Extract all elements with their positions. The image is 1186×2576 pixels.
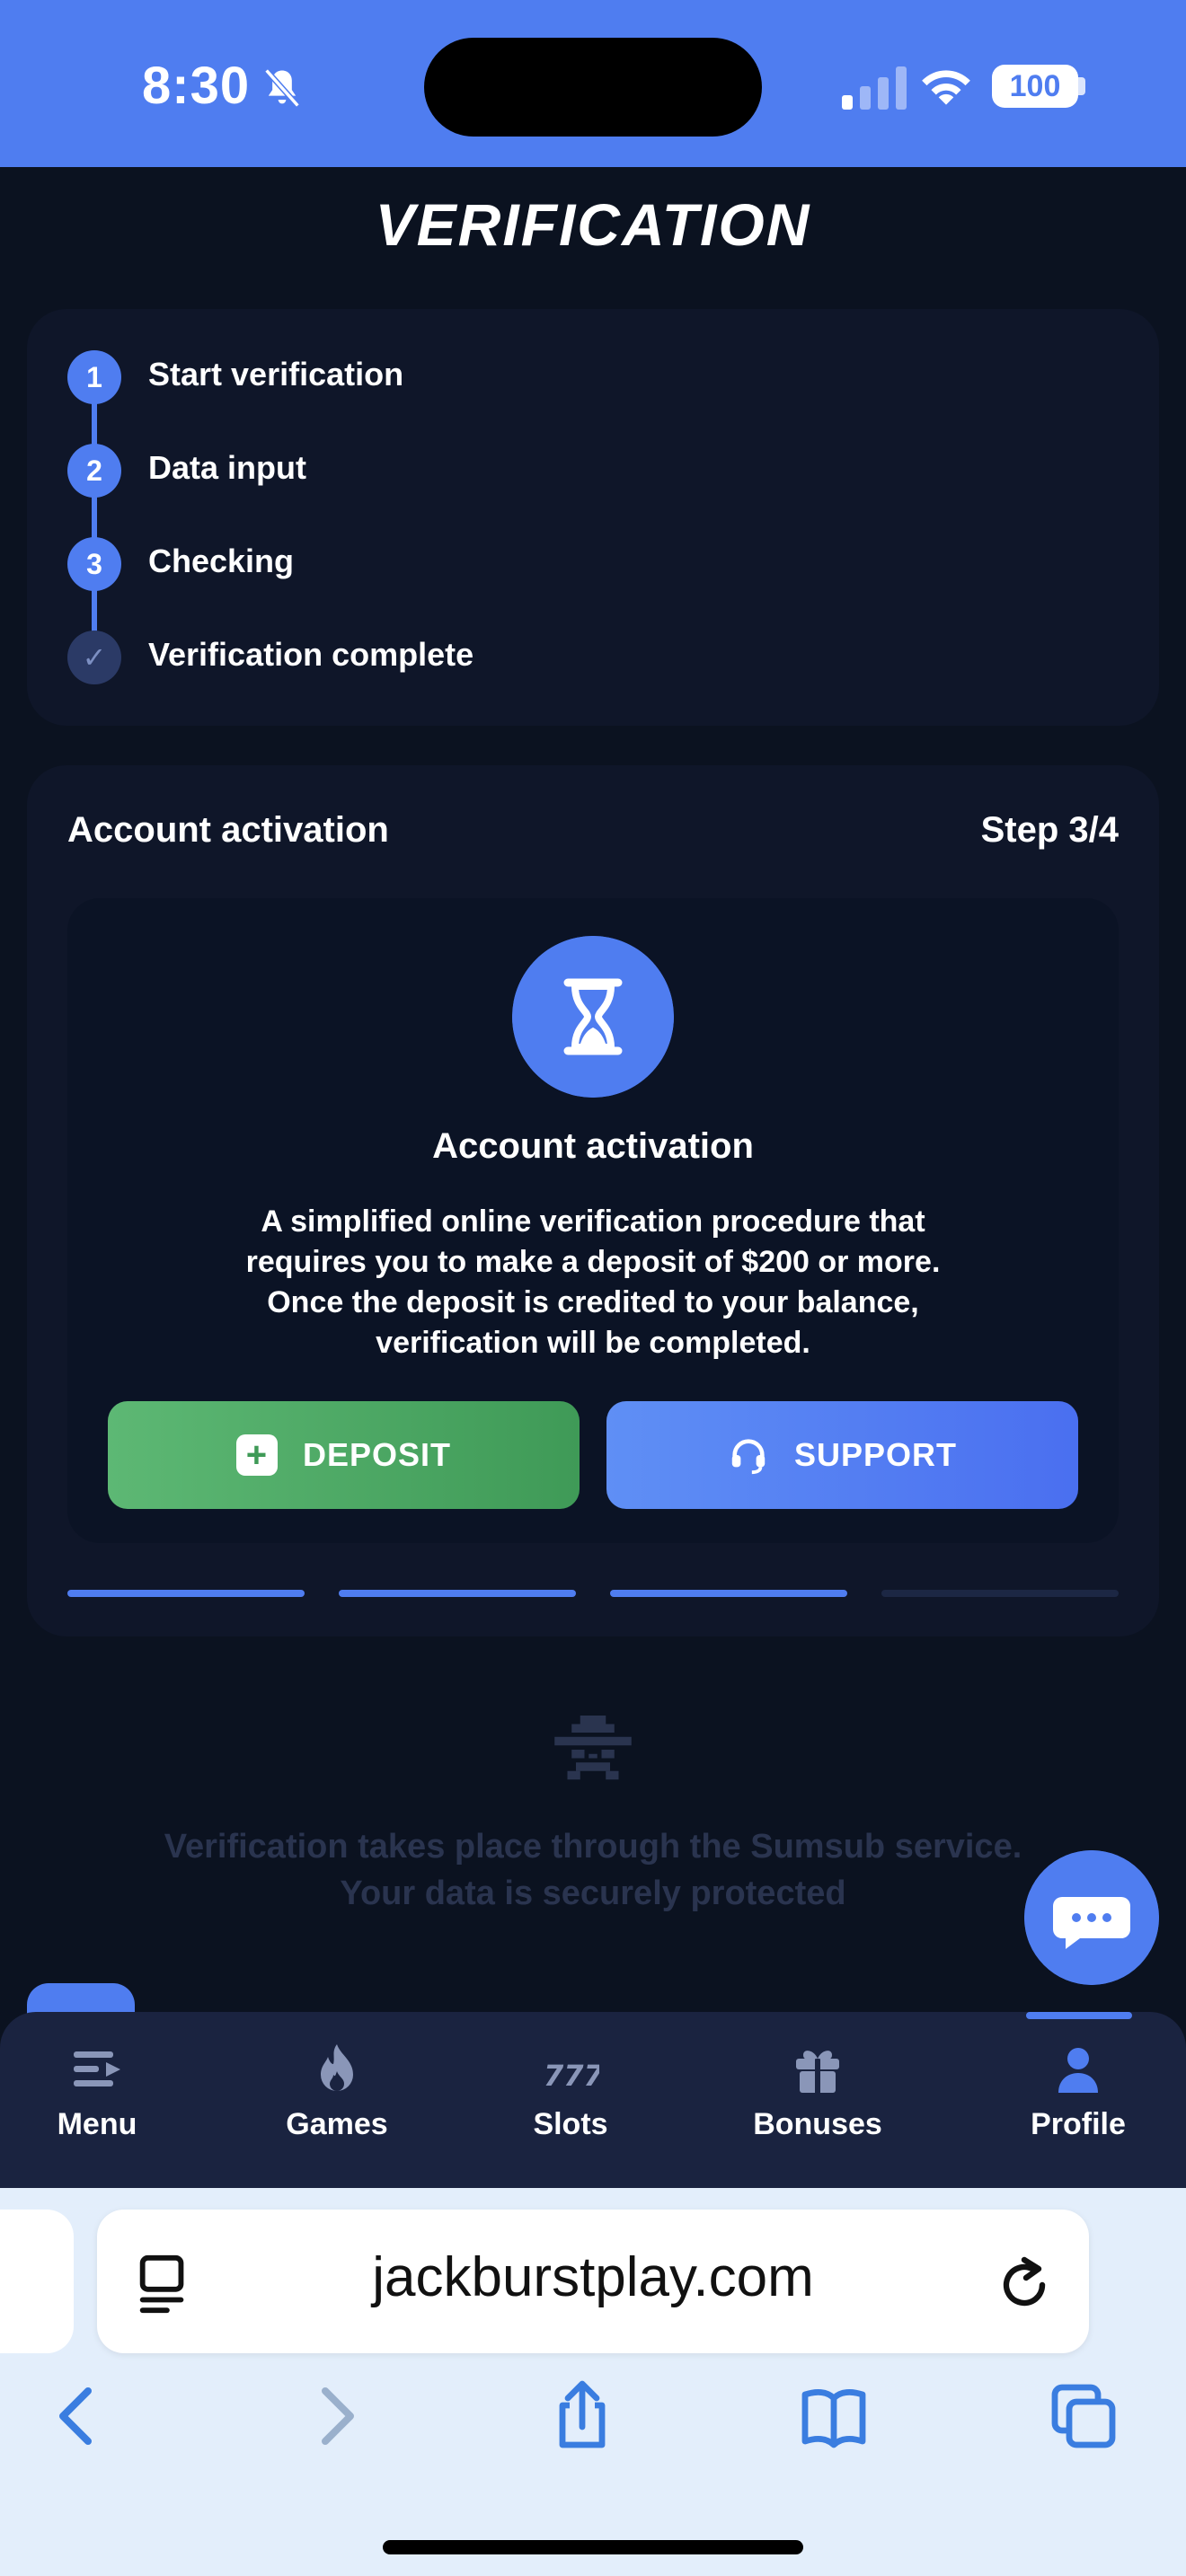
plus-icon: + xyxy=(235,1434,278,1476)
menu-icon xyxy=(74,2051,120,2086)
dynamic-island xyxy=(424,38,762,137)
sumsub-info: Verification takes place through the Sum… xyxy=(0,1823,1186,1917)
progress-segment-1 xyxy=(67,1590,305,1597)
cellular-signal-icon xyxy=(842,66,907,110)
nav-label-games: Games xyxy=(286,2107,388,2141)
nav-label-slots: Slots xyxy=(533,2107,608,2141)
activation-step-counter: Step 3/4 xyxy=(980,810,1119,850)
back-icon[interactable] xyxy=(41,2380,113,2452)
profile-icon xyxy=(1058,2048,1098,2093)
activation-description: A simplified online verification procedu… xyxy=(245,1204,941,1360)
step-1-badge: 1 xyxy=(67,350,121,404)
nav-label-menu: Menu xyxy=(57,2107,137,2141)
flame-icon xyxy=(321,2044,353,2091)
deposit-button[interactable]: + DEPOSIT xyxy=(108,1401,580,1509)
nav-label-profile: Profile xyxy=(1031,2107,1126,2141)
step-4-label: Verification complete xyxy=(148,636,474,673)
reload-icon[interactable] xyxy=(996,2253,1053,2314)
chat-button[interactable] xyxy=(1024,1850,1159,1985)
activation-title: Account activation xyxy=(67,810,389,850)
step-2-label: Data input xyxy=(148,449,306,486)
sumsub-info-line-1: Verification takes place through the Sum… xyxy=(164,1828,1022,1866)
home-indicator xyxy=(383,2540,803,2554)
page-title: VERIFICATION xyxy=(375,191,811,258)
nav-item-menu[interactable]: Menu xyxy=(7,2041,187,2142)
svg-text:777: 777 xyxy=(544,2059,599,2093)
nav-item-games[interactable]: Games xyxy=(247,2041,427,2142)
wifi-icon xyxy=(922,70,970,105)
progress-segment-3 xyxy=(610,1590,847,1597)
gift-icon xyxy=(796,2051,839,2093)
headset-icon xyxy=(731,1439,766,1475)
slots-777-icon: 777 xyxy=(544,2059,599,2093)
sumsub-spy-icon xyxy=(554,1716,632,1780)
support-button-label: SUPPORT xyxy=(793,1436,958,1473)
nav-label-bonuses: Bonuses xyxy=(753,2107,882,2141)
nav-item-bonuses[interactable]: Bonuses xyxy=(728,2041,907,2142)
battery-tip xyxy=(1078,77,1085,95)
url-text: jackburstplay.com xyxy=(372,2246,814,2308)
deposit-button-label: DEPOSIT xyxy=(302,1436,452,1473)
previous-tab-preview[interactable] xyxy=(0,2210,74,2353)
activation-inner-title: Account activation xyxy=(432,1126,754,1166)
step-3-badge: 3 xyxy=(67,537,121,591)
battery-indicator: 100 xyxy=(992,65,1078,108)
step-2-badge: 2 xyxy=(67,444,121,498)
share-icon[interactable] xyxy=(546,2380,618,2452)
progress-segment-4 xyxy=(881,1590,1119,1597)
bell-muted-icon xyxy=(264,68,300,108)
step-3-label: Checking xyxy=(148,543,295,579)
nav-item-profile[interactable]: Profile xyxy=(988,2041,1168,2142)
step-1-label: Start verification xyxy=(148,356,404,393)
steps-connector-line xyxy=(92,375,97,657)
forward-icon[interactable] xyxy=(300,2380,372,2452)
step-4-badge: ✓ xyxy=(67,631,121,684)
sumsub-info-line-2: Your data is securely protected xyxy=(340,1875,846,1912)
hourglass-icon xyxy=(512,936,674,1098)
progress-segment-2 xyxy=(339,1590,576,1597)
bookmarks-icon[interactable] xyxy=(798,2380,870,2452)
support-button[interactable]: SUPPORT xyxy=(606,1401,1078,1509)
nav-active-indicator xyxy=(1026,2012,1132,2019)
tabs-icon[interactable] xyxy=(1048,2380,1120,2452)
status-time: 8:30 xyxy=(142,57,251,115)
nav-item-slots[interactable]: 777 Slots xyxy=(481,2041,660,2142)
